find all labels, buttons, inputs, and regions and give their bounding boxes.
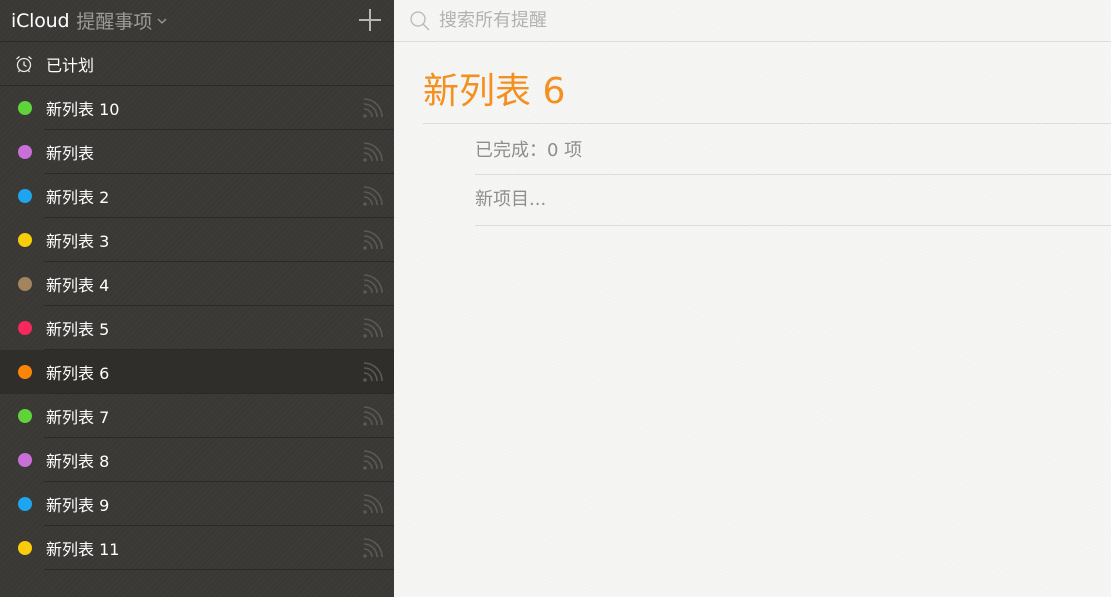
main-panel: 新列表 6 已完成：0 项 新项目...	[394, 0, 1111, 597]
sidebar-item-list[interactable]: 新列表 7	[0, 394, 394, 438]
list-color-dot	[18, 233, 32, 247]
sidebar-item-label: 新列表 9	[46, 496, 110, 515]
new-item-field[interactable]: 新项目...	[475, 175, 1111, 226]
sidebar-item-list[interactable]: 新列表 2	[0, 174, 394, 218]
share-icon[interactable]	[361, 406, 383, 428]
sidebar-item-list[interactable]: 新列表 11	[0, 526, 394, 570]
sidebar-item-list[interactable]: 新列表 10	[0, 86, 394, 130]
chevron-down-icon[interactable]	[157, 17, 167, 28]
sidebar: iCloud 提醒事项 已计划 新列表 10 新列表 新列表 2 新列表 3 新列表	[0, 0, 394, 597]
sidebar-item-list[interactable]: 新列表 4	[0, 262, 394, 306]
sidebar-item-label: 新列表 4	[46, 276, 110, 295]
sidebar-header: iCloud 提醒事项	[0, 0, 394, 42]
sidebar-item-label: 新列表 7	[46, 408, 110, 427]
list-color-dot	[18, 101, 32, 115]
share-icon[interactable]	[361, 142, 383, 164]
search-bar	[394, 0, 1111, 42]
reminders-app: iCloud 提醒事项 已计划 新列表 10 新列表 新列表 2 新列表 3 新列表	[0, 0, 1111, 597]
add-list-button[interactable]	[359, 9, 381, 31]
sidebar-item-label: 新列表 5	[46, 320, 110, 339]
list-color-dot	[18, 189, 32, 203]
sidebar-item-list[interactable]: 新列表 6	[0, 350, 394, 394]
share-icon[interactable]	[361, 450, 383, 472]
share-icon[interactable]	[361, 362, 383, 384]
list-color-dot	[18, 365, 32, 379]
sidebar-item-label: 已计划	[46, 55, 95, 75]
list-color-dot	[18, 277, 32, 291]
list-color-dot	[18, 541, 32, 555]
share-icon[interactable]	[361, 538, 383, 560]
app-switcher[interactable]: 提醒事项	[76, 7, 152, 34]
sidebar-item-label: 新列表 11	[46, 540, 120, 559]
page-title[interactable]: 新列表 6	[423, 69, 1111, 123]
list-color-dot	[18, 453, 32, 467]
sidebar-item-scheduled[interactable]: 已计划	[0, 42, 394, 86]
sidebar-list: 新列表 10 新列表新列表 2 新列表 3 新列表 4 新列表 5 新列表 6 新列表 7 新…	[0, 86, 394, 570]
list-color-dot	[18, 145, 32, 159]
search-input[interactable]	[439, 10, 1039, 31]
sidebar-item-label: 新列表	[46, 144, 95, 163]
sidebar-item-list[interactable]: 新列表 9	[0, 482, 394, 526]
search-icon	[409, 10, 431, 32]
brand-label: iCloud	[11, 9, 70, 32]
sidebar-item-label: 新列表 3	[46, 232, 110, 251]
share-icon[interactable]	[361, 318, 383, 340]
share-icon[interactable]	[361, 494, 383, 516]
sidebar-item-list[interactable]: 新列表 3	[0, 218, 394, 262]
alarm-clock-icon	[14, 54, 34, 74]
share-icon[interactable]	[361, 98, 383, 120]
sidebar-item-list[interactable]: 新列表 8	[0, 438, 394, 482]
sidebar-item-label: 新列表 6	[46, 364, 110, 383]
sidebar-item-list[interactable]: 新列表 5	[0, 306, 394, 350]
sidebar-item-list[interactable]: 新列表	[0, 130, 394, 174]
sidebar-item-label: 新列表 2	[46, 188, 110, 207]
share-icon[interactable]	[361, 230, 383, 252]
list-color-dot	[18, 321, 32, 335]
share-icon[interactable]	[361, 186, 383, 208]
list-color-dot	[18, 409, 32, 423]
sidebar-item-label: 新列表 10	[46, 100, 120, 119]
completed-count[interactable]: 已完成：0 项	[475, 124, 1111, 175]
sidebar-item-label: 新列表 8	[46, 452, 110, 471]
list-color-dot	[18, 497, 32, 511]
share-icon[interactable]	[361, 274, 383, 296]
